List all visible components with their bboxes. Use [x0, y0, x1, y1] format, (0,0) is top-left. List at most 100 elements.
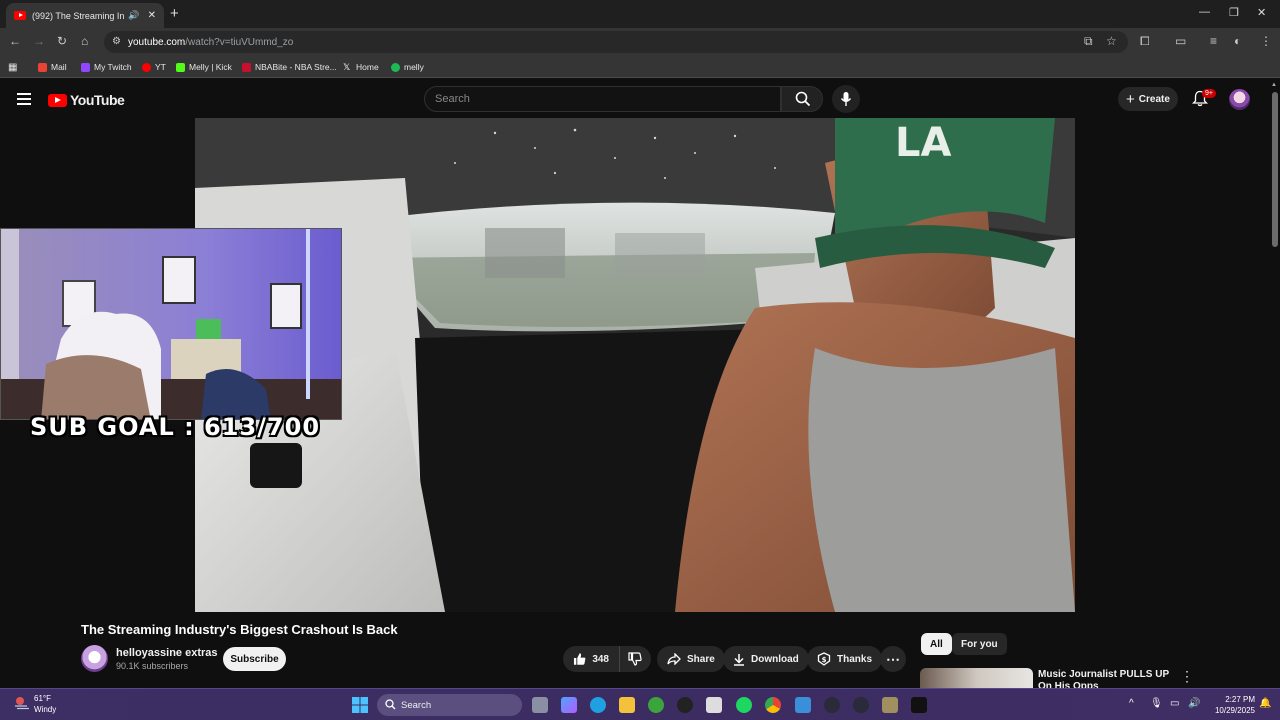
- download-icon: [734, 653, 744, 666]
- subscriber-count: 90.1K subscribers: [116, 661, 189, 671]
- notification-center-icon[interactable]: 🔔: [1259, 698, 1271, 709]
- account-avatar[interactable]: [1229, 89, 1250, 110]
- search-icon: [385, 699, 396, 710]
- more-actions-button[interactable]: ⋯: [880, 646, 906, 672]
- download-button[interactable]: Download: [723, 646, 809, 672]
- install-app-icon[interactable]: ⧉: [1084, 34, 1093, 49]
- minimize-icon[interactable]: —: [1199, 6, 1210, 18]
- youtube-favicon-icon: [14, 11, 26, 20]
- recommended-video-thumbnail[interactable]: [920, 668, 1033, 690]
- file-explorer-icon[interactable]: [619, 697, 635, 713]
- bookmark-home[interactable]: 𝕏 Home: [343, 62, 379, 72]
- weather-condition[interactable]: Windy: [34, 705, 56, 714]
- bookmark-yt[interactable]: YT: [142, 62, 166, 72]
- search-input[interactable]: Search: [424, 86, 781, 112]
- spotify-icon[interactable]: [736, 697, 752, 713]
- webcam-image: [1, 229, 341, 419]
- hamburger-menu-icon[interactable]: [17, 93, 31, 105]
- voice-search-button[interactable]: [832, 85, 860, 113]
- profile-icon[interactable]: ◐: [1234, 34, 1241, 48]
- streamer-webcam-overlay: [0, 228, 342, 420]
- share-icon: [667, 653, 681, 665]
- cast-icon[interactable]: ▭: [1175, 34, 1186, 48]
- tab-title: (992) The Streaming Industry's Biggest C…: [32, 10, 125, 21]
- windows-start-icon[interactable]: [352, 697, 368, 713]
- reload-icon[interactable]: ↻: [57, 34, 67, 48]
- bookmark-mail[interactable]: Mail: [38, 62, 67, 72]
- address-bar[interactable]: ⚙ youtube.com/watch?v=tiuVUmmd_zo: [104, 31, 1128, 53]
- thanks-button[interactable]: $ Thanks: [807, 646, 883, 672]
- apps-grid-icon[interactable]: ▦: [8, 62, 17, 73]
- channel-avatar[interactable]: [81, 645, 108, 672]
- bookmark-melly-kick[interactable]: Melly | Kick: [176, 62, 232, 72]
- media-controls-icon[interactable]: ≡: [1210, 34, 1217, 48]
- chip-all[interactable]: All: [921, 633, 952, 655]
- address-path: /watch?v=tiuVUmmd_zo: [185, 36, 294, 48]
- app-image-icon[interactable]: [882, 697, 898, 713]
- subscribe-button[interactable]: Subscribe: [223, 647, 286, 671]
- bookmark-my-twitch[interactable]: My Twitch: [81, 62, 132, 72]
- twitch-icon: [81, 62, 90, 72]
- site-info-icon[interactable]: ⚙: [112, 36, 121, 47]
- bookmark-star-icon[interactable]: ☆: [1106, 34, 1117, 48]
- youtube-header: YouTube Search + Create 9+: [0, 80, 1280, 118]
- like-button[interactable]: 348: [563, 646, 619, 672]
- search-button[interactable]: [781, 86, 823, 112]
- task-view-icon[interactable]: [532, 697, 548, 713]
- app-arrow-icon[interactable]: [853, 697, 869, 713]
- photos-icon[interactable]: [795, 697, 811, 713]
- chip-for-you[interactable]: For you: [952, 633, 1007, 655]
- browser-tab-active[interactable]: (992) The Streaming Industry's Biggest C…: [6, 3, 164, 28]
- weather-temperature[interactable]: 61°F: [34, 694, 51, 703]
- x-icon: 𝕏: [343, 61, 351, 72]
- scrollbar-thumb[interactable]: [1272, 92, 1278, 247]
- create-button[interactable]: + Create: [1118, 87, 1178, 111]
- youtube-logo[interactable]: YouTube: [48, 92, 125, 108]
- chrome-icon[interactable]: [765, 697, 781, 713]
- windows-taskbar: 61°F Windy Search ^ 🎙 ▭ 🔊 2:27 PM 10/29/…: [0, 688, 1280, 720]
- forward-icon[interactable]: →: [33, 34, 45, 48]
- gmail-icon: [38, 62, 47, 72]
- super-thanks-icon: $: [817, 652, 831, 666]
- close-tab-icon[interactable]: ✕: [148, 10, 156, 21]
- recommended-more-icon[interactable]: ⋮: [1180, 668, 1194, 685]
- obs-icon[interactable]: [677, 697, 693, 713]
- system-clock[interactable]: 2:27 PM 10/29/2025: [1207, 694, 1255, 716]
- search-icon: [795, 91, 811, 107]
- edge-icon[interactable]: [590, 697, 606, 713]
- scroll-up-arrow-icon[interactable]: ▲: [1271, 82, 1277, 88]
- youtube-icon: [142, 62, 151, 72]
- svg-text:$: $: [822, 656, 827, 664]
- channel-name[interactable]: helloyassine extras: [116, 647, 218, 659]
- plus-icon: +: [1126, 90, 1135, 108]
- app-dark-icon[interactable]: [911, 697, 927, 713]
- close-window-icon[interactable]: ✕: [1257, 6, 1266, 19]
- menu-kebab-icon[interactable]: ⋮: [1260, 34, 1272, 48]
- volume-icon[interactable]: 🔊: [1188, 698, 1200, 709]
- recommended-video-title[interactable]: Music Journalist PULLS UP On His Opps: [1038, 669, 1170, 689]
- bookmark-nbabite[interactable]: NBABite - NBA Stre...: [242, 62, 337, 72]
- share-button[interactable]: Share: [657, 646, 725, 672]
- dislike-button[interactable]: [619, 646, 651, 672]
- home-icon[interactable]: ⌂: [81, 34, 88, 48]
- store-icon[interactable]: [706, 697, 722, 713]
- new-tab-button[interactable]: +: [170, 5, 179, 22]
- back-icon[interactable]: ←: [9, 34, 21, 48]
- weather-wind-icon[interactable]: [13, 696, 31, 710]
- bookmark-melly[interactable]: melly: [391, 62, 424, 72]
- svg-text:LA: LA: [895, 120, 951, 166]
- media-player-icon[interactable]: [824, 697, 840, 713]
- microphone-tray-icon[interactable]: 🎙: [1150, 698, 1163, 709]
- notification-count-badge: 9+: [1202, 89, 1216, 98]
- speaker-icon[interactable]: 🔊: [128, 10, 139, 21]
- copilot-icon[interactable]: [561, 697, 577, 713]
- restore-icon[interactable]: ❐: [1229, 6, 1239, 19]
- tray-overflow-icon[interactable]: ^: [1129, 698, 1134, 709]
- xbox-icon[interactable]: [648, 697, 664, 713]
- extensions-icon[interactable]: ⧠: [1140, 34, 1150, 49]
- network-icon[interactable]: ▭: [1170, 698, 1179, 709]
- taskbar-search-input[interactable]: Search: [377, 694, 522, 716]
- youtube-play-icon: [48, 93, 67, 107]
- clock-time: 2:27 PM: [1225, 695, 1255, 704]
- like-count: 348: [592, 653, 609, 665]
